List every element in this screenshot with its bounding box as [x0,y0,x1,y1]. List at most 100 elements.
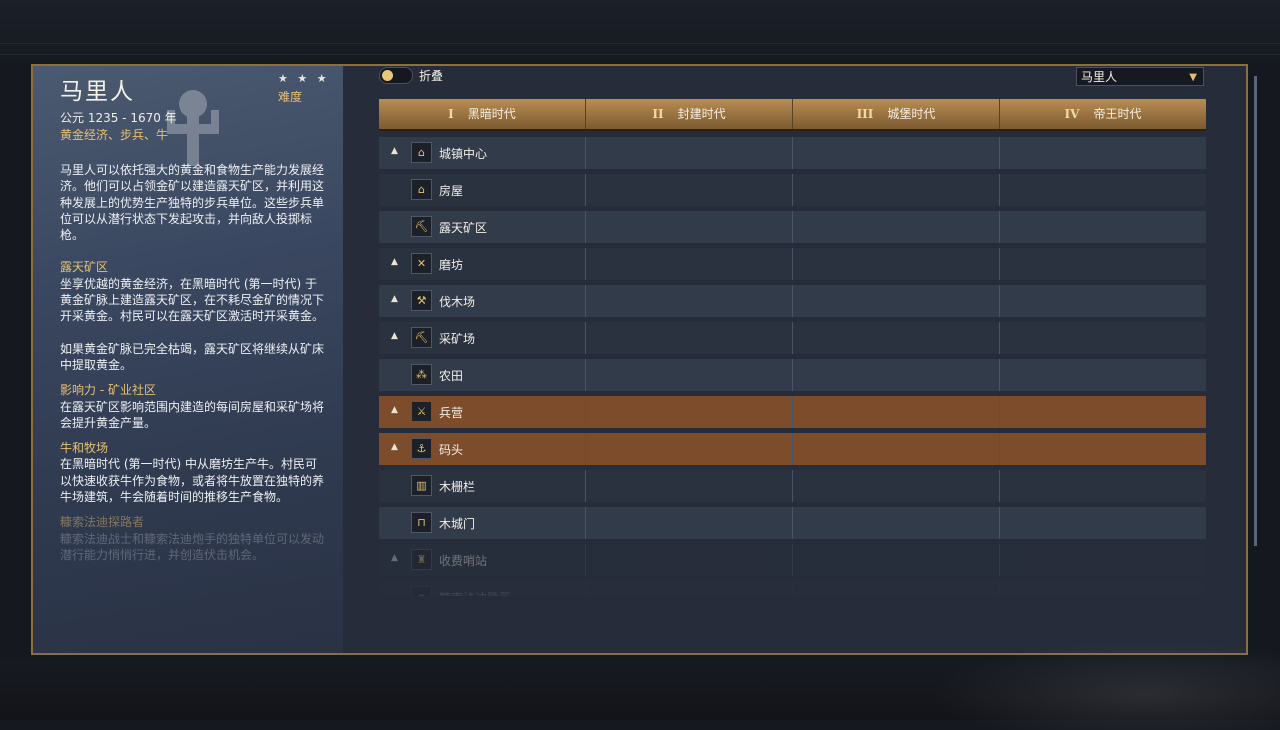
column-divider [585,433,586,465]
civ-select-dropdown[interactable]: 马里人 ▼ [1076,67,1204,86]
mining-camp-icon: ⛏ [411,327,432,348]
building-name: 木栅栏 [439,480,476,494]
toll-outpost-icon: ♜ [411,549,432,570]
column-divider [792,470,793,502]
building-name: 房屋 [439,184,464,198]
toggle-knob [382,70,393,81]
column-divider [999,285,1000,317]
building-row[interactable]: ▲ ⚓ 码头 [379,433,1206,465]
pit-mine-icon: ⛏ [411,216,432,237]
column-divider [792,433,793,465]
building-row[interactable]: ⌂ 房屋 [379,174,1206,206]
building-name: 采矿场 [439,332,476,346]
column-divider [792,507,793,539]
building-row[interactable]: ⁂ 农田 [379,359,1206,391]
column-divider [792,137,793,169]
column-divider [792,248,793,280]
column-divider [792,544,793,576]
expand-arrow-icon[interactable]: ▲ [391,331,398,341]
section-text: 坐享优越的黄金经济，在黑暗时代 (第一时代) 于黄金矿脉上建造露天矿区，在不耗尽… [60,276,325,324]
column-divider [999,507,1000,539]
column-divider [792,211,793,243]
column-divider [999,248,1000,280]
column-divider [999,581,1000,597]
column-divider [585,174,586,206]
scrollbar[interactable] [1254,76,1257,546]
column-divider [792,174,793,206]
section-title: 糠索法迪探路者 [60,515,145,530]
building-row[interactable]: ▥ 木栅栏 [379,470,1206,502]
building-name: 兵营 [439,406,464,420]
column-divider [585,285,586,317]
building-row[interactable]: ▲ ⚒ 伐木场 [379,285,1206,317]
expand-arrow-icon[interactable]: ▲ [391,257,398,267]
column-divider [999,211,1000,243]
section-text: 糠索法迪战士和糠索法迪炮手的独特单位可以发动潜行能力悄悄行进，并创造伏击机会。 [60,531,325,562]
building-row[interactable]: ▲ ⛏ 采矿场 [379,322,1206,354]
building-row[interactable]: ▪糠索法迪隐蔽 [379,581,1206,597]
column-divider [792,359,793,391]
column-divider [792,322,793,354]
expand-arrow-icon[interactable]: ▲ [391,146,398,156]
palisade-gate-icon: ⊓ [411,512,432,533]
building-name: 农田 [439,369,464,383]
civ-select-value: 马里人 [1081,70,1118,84]
expand-arrow-icon[interactable]: ▲ [391,405,398,415]
age-column-castle[interactable]: III 城堡时代 [793,99,1000,129]
tech-tree-panel: 折叠 马里人 ▼ I 黑暗时代 II 封建时代 III 城堡时代 IV 帝王时代 ▲ ⌂ 城… [343,66,1257,653]
section-title: 影响力 - 矿业社区 [60,383,156,398]
column-divider [585,396,586,428]
decorative-border-line [0,43,1280,55]
collapse-toggle[interactable] [379,67,413,84]
building-row[interactable]: ▲ ⌂ 城镇中心 [379,137,1206,169]
building-name: 磨坊 [439,258,464,272]
building-name: 伐木场 [439,295,476,309]
column-divider [999,544,1000,576]
column-divider [999,359,1000,391]
civ-traits: 黄金经济、步兵、牛 [60,128,169,142]
column-divider [999,137,1000,169]
difficulty-stars-icon: ★ ★ ★ [278,72,330,85]
column-divider [585,581,586,597]
house-icon: ⌂ [411,179,432,200]
civ-description-scroll[interactable]: 马里人可以依托强大的黄金和食物生产能力发展经济。他们可以占领金矿以建造露天矿区，… [60,162,326,592]
farm-icon: ⁂ [411,364,432,385]
expand-arrow-icon[interactable]: ▲ [391,294,398,304]
building-name: 木城门 [439,517,476,531]
building-row[interactable]: ▲ ⚔ 兵营 [379,396,1206,428]
difficulty-label: 难度 [278,90,303,104]
building-list: ▲ ⌂ 城镇中心 ⌂ 房屋 ⛏ 露天矿区 ▲ ✕ 磨坊 ▲ ⚒ 伐木场 ▲ ⛏ 采矿场 ⁂ 农田 ▲ ⚔ 兵营 ▲ ⚓ 码头 ▥… [379,137,1206,597]
column-divider [792,285,793,317]
age-column-imperial[interactable]: IV 帝王时代 [1000,99,1206,129]
building-name: 露天矿区 [439,221,488,235]
section-title: 牛和牧场 [60,441,109,456]
building-row[interactable]: ▲ ♜ 收费哨站 [379,544,1206,576]
dock-anchor-icon: ⚓ [411,438,432,459]
building-name: 城镇中心 [439,147,488,161]
column-divider [999,433,1000,465]
building-row[interactable]: ▲ ✕ 磨坊 [379,248,1206,280]
column-divider [999,174,1000,206]
expand-arrow-icon[interactable]: ▲ [391,442,398,452]
civ-dates: 公元 1235 - 1670 年 [60,111,177,125]
age-column-feudal[interactable]: II 封建时代 [586,99,793,129]
age-header: I 黑暗时代 II 封建时代 III 城堡时代 IV 帝王时代 [379,99,1206,131]
column-divider [792,581,793,597]
chevron-down-icon: ▼ [1189,72,1197,83]
scrollbar-thumb[interactable] [1254,76,1257,546]
age-column-dark[interactable]: I 黑暗时代 [379,99,586,129]
column-divider [585,470,586,502]
civ-name: 马里人 [60,79,135,105]
civ-info-panel: 马里人 ★ ★ ★ 难度 公元 1235 - 1670 年 黄金经济、步兵、牛 … [33,66,343,653]
building-name: 码头 [439,443,464,457]
civ-intro-text: 马里人可以依托强大的黄金和食物生产能力发展经济。他们可以占领金矿以建造露天矿区，… [60,163,325,243]
section-text: 如果黄金矿脉已完全枯竭，露天矿区将继续从矿床中提取黄金。 [60,341,325,372]
column-divider [792,396,793,428]
building-row[interactable]: ⊓ 木城门 [379,507,1206,539]
section-title: 露天矿区 [60,260,109,275]
building-row[interactable]: ⛏ 露天矿区 [379,211,1206,243]
section-text: 在露天矿区影响范围内建造的每间房屋和采矿场将会提升黄金产量。 [60,399,325,430]
expand-arrow-icon[interactable]: ▲ [391,553,398,563]
column-divider [585,248,586,280]
column-divider [585,544,586,576]
